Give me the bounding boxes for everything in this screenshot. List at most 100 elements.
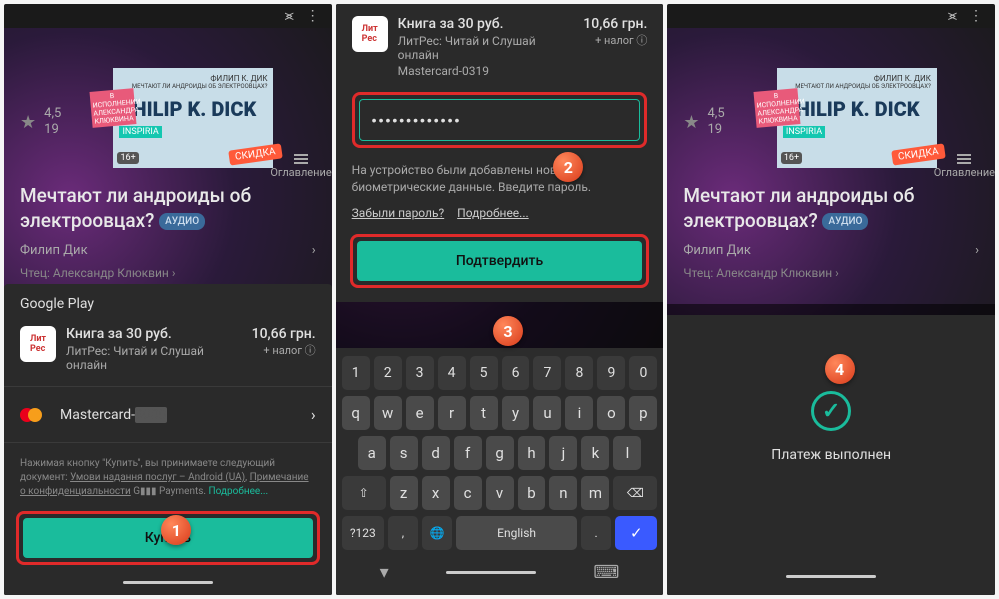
key-f[interactable]: f	[454, 436, 482, 470]
key-0[interactable]: 0	[629, 356, 657, 390]
product-name: Книга за 30 руб.	[398, 16, 574, 32]
back-icon[interactable]: ←	[18, 38, 34, 58]
key-3[interactable]: 3	[406, 356, 434, 390]
book-title: Мечтают ли андроиды об электроовцах? АУД…	[683, 184, 979, 233]
author-row[interactable]: Филип Дик›	[20, 243, 316, 258]
card-label: Mastercard-	[60, 407, 135, 423]
narrator-row[interactable]: Чтец: Александр Клюквин ›	[20, 266, 316, 280]
shift-key[interactable]: ⇧	[342, 476, 386, 510]
more-icon[interactable]: ⋮	[969, 8, 983, 24]
enter-key[interactable]: ✓	[615, 516, 657, 550]
legal-text: Нажимая кнопку "Купить", вы принимаете с…	[20, 457, 316, 499]
more-link[interactable]: Подробнее...	[457, 206, 528, 220]
nav-keyboard-icon[interactable]: ⌨	[593, 562, 619, 583]
biometric-note: На устройство были добавлены новые биоме…	[352, 162, 648, 196]
backspace-key[interactable]: ⌫	[613, 476, 657, 510]
product-sub: ЛитРес: Читай и Слушай онлайн	[66, 344, 242, 372]
key-4[interactable]: 4	[438, 356, 466, 390]
key-7[interactable]: 7	[533, 356, 561, 390]
key-2[interactable]: 2	[374, 356, 402, 390]
key-y[interactable]: y	[502, 396, 530, 430]
home-indicator[interactable]	[446, 571, 536, 574]
cover-subtitle: МЕЧТАЮТ ЛИ АНДРОИДЫ ОБ ЭЛЕКТРООВЦАХ?	[783, 83, 931, 90]
check-icon: ✓	[811, 391, 851, 431]
key-w[interactable]: w	[374, 396, 402, 430]
rating-value: 4,5	[44, 106, 61, 122]
space-key[interactable]: English	[456, 516, 577, 550]
product-sub: ЛитРес: Читай и Слушай онлайн	[398, 34, 574, 62]
performer-badge: В ИСПОЛНЕНИИ АЛЕКСАНДРА КЛЮКВИНА	[753, 88, 800, 128]
audio-badge: АУДИО	[822, 213, 868, 230]
audio-badge: АУДИО	[159, 213, 205, 230]
purchase-sheet: Google Play ЛитРес Книга за 30 руб. ЛитР…	[4, 284, 332, 595]
key-l[interactable]: l	[613, 436, 641, 470]
key-g[interactable]: g	[486, 436, 514, 470]
cover-title: PHILIP K. DICK	[783, 100, 931, 119]
key-v[interactable]: v	[486, 476, 514, 510]
key-u[interactable]: u	[533, 396, 561, 430]
key-t[interactable]: t	[470, 396, 498, 430]
book-cover: В ИСПОЛНЕНИИ АЛЕКСАНДРА КЛЮКВИНА ФИЛИП К…	[113, 68, 273, 168]
toc-button[interactable]: Оглавление	[934, 154, 995, 179]
key-e[interactable]: e	[406, 396, 434, 430]
key-z[interactable]: z	[390, 476, 418, 510]
kbd-row-3: asdfghjkl	[340, 436, 660, 470]
confirm-button[interactable]: Подтвердить	[357, 241, 643, 281]
kbd-row-2: qwertyuiop	[340, 396, 660, 430]
inspiria-badge: INSPIRIA	[119, 126, 161, 138]
toolbar: ←	[667, 28, 995, 68]
toc-label: Оглавление	[934, 166, 995, 179]
screen-3-success: ⪤ ⋮ ← ★ 4,5 19 В ИСПОЛНЕНИИ АЛЕКСАНДРА К…	[667, 4, 995, 595]
confirm-sheet: ЛитРес Книга за 30 руб. ЛитРес: Читай и …	[336, 4, 664, 302]
key-9[interactable]: 9	[597, 356, 625, 390]
key-i[interactable]: i	[565, 396, 593, 430]
globe-key[interactable]: 🌐	[422, 516, 452, 550]
more-icon[interactable]: ⋮	[306, 8, 320, 24]
key-d[interactable]: d	[422, 436, 450, 470]
payment-method-row[interactable]: Mastercard-0000 ›	[20, 401, 316, 428]
key-1[interactable]: 1	[342, 356, 370, 390]
performer-badge: В ИСПОЛНЕНИИ АЛЕКСАНДРА КЛЮКВИНА	[90, 88, 137, 128]
key-h[interactable]: h	[518, 436, 546, 470]
key-a[interactable]: a	[358, 436, 386, 470]
key-m[interactable]: m	[581, 476, 609, 510]
key-j[interactable]: j	[549, 436, 577, 470]
key-8[interactable]: 8	[565, 356, 593, 390]
key-k[interactable]: k	[581, 436, 609, 470]
success-text: Платеж выполнен	[771, 447, 891, 463]
key-b[interactable]: b	[518, 476, 546, 510]
age-badge: 16+	[781, 152, 802, 164]
cover-subtitle: МЕЧТАЮТ ЛИ АНДРОИДЫ ОБ ЭЛЕКТРООВЦАХ?	[119, 83, 267, 90]
nav-collapse-icon[interactable]: ▾	[380, 562, 389, 583]
share-icon[interactable]: ⪤	[285, 8, 294, 24]
home-indicator[interactable]	[786, 575, 876, 578]
dot-key[interactable]: .	[581, 516, 611, 550]
comma-key[interactable]: ,	[388, 516, 418, 550]
key-o[interactable]: o	[597, 396, 625, 430]
share-icon[interactable]: ⪤	[948, 8, 957, 24]
password-input[interactable]	[359, 99, 641, 141]
author-row[interactable]: Филип Дик›	[683, 243, 979, 258]
tax-note: + налог ⓘ	[252, 342, 316, 358]
keyboard: 1234567890 qwertyuiop asdfghjkl ⇧ zxcvbn…	[336, 348, 664, 595]
home-indicator[interactable]	[123, 581, 213, 584]
narrator-row[interactable]: Чтец: Александр Клюквин ›	[683, 266, 979, 280]
key-x[interactable]: x	[422, 476, 450, 510]
price: 10,66 грн.	[252, 326, 316, 342]
key-r[interactable]: r	[438, 396, 466, 430]
key-p[interactable]: p	[629, 396, 657, 430]
key-n[interactable]: n	[549, 476, 577, 510]
key-6[interactable]: 6	[502, 356, 530, 390]
toc-button[interactable]: Оглавление	[270, 154, 331, 179]
forgot-password-link[interactable]: Забыли пароль?	[352, 206, 445, 220]
gp-label: Google Play	[20, 296, 316, 312]
symbols-key[interactable]: ?123	[342, 516, 384, 550]
key-c[interactable]: c	[454, 476, 482, 510]
key-5[interactable]: 5	[470, 356, 498, 390]
star-icon: ★	[20, 112, 36, 133]
back-icon[interactable]: ←	[681, 38, 697, 58]
key-s[interactable]: s	[390, 436, 418, 470]
key-q[interactable]: q	[342, 396, 370, 430]
tax-note: + налог ⓘ	[583, 32, 647, 48]
kbd-row-4: ⇧ zxcvbnm ⌫	[340, 476, 660, 510]
